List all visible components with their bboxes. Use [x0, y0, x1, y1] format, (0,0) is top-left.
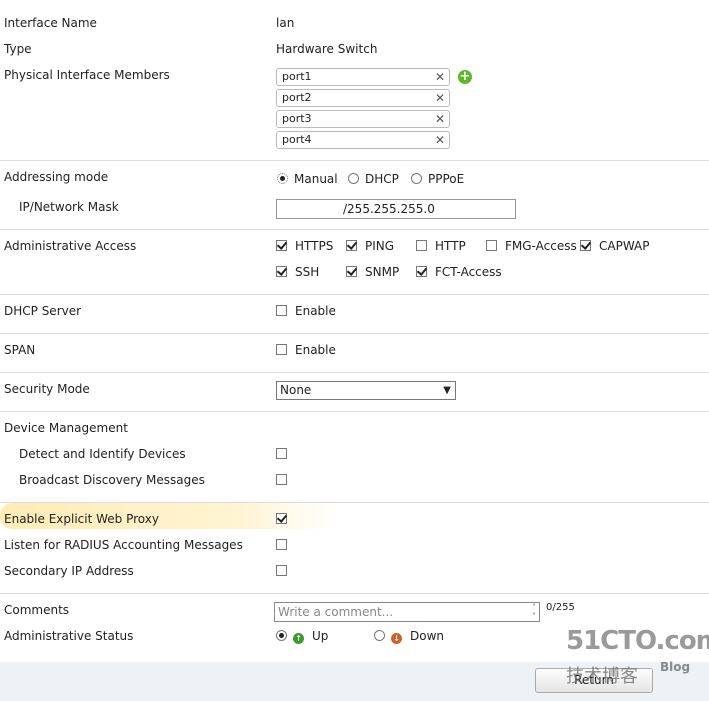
remove-icon[interactable]: ✕ — [435, 132, 445, 148]
ip-input[interactable]: /255.255.255.0 — [276, 199, 516, 219]
radius-checkbox[interactable] — [276, 538, 295, 552]
port-item: port3 ✕ — [276, 110, 450, 128]
checkbox-label: Enable — [295, 304, 336, 318]
arrow-down-icon: ↓ — [391, 633, 402, 644]
detect-devices-checkbox[interactable] — [276, 447, 295, 461]
span-label: SPAN — [4, 343, 36, 357]
add-port-icon[interactable]: + — [458, 70, 472, 84]
remove-icon[interactable]: ✕ — [435, 90, 445, 106]
checkbox-fct-access[interactable]: FCT-Access — [416, 265, 502, 279]
radio-pppoe[interactable]: PPPoE — [411, 172, 464, 186]
type-label: Type — [4, 42, 32, 56]
checkbox-label: Enable — [295, 343, 336, 357]
web-proxy-checkbox[interactable] — [276, 512, 295, 526]
radio-label: PPPoE — [428, 172, 465, 186]
checkbox-ssh[interactable]: SSH — [276, 265, 319, 279]
port-name: port3 — [282, 112, 312, 125]
type-value: Hardware Switch — [276, 42, 378, 56]
port-item: port2 ✕ — [276, 89, 450, 107]
chevron-down-icon: ▼ — [443, 385, 451, 396]
checkbox-http[interactable]: HTTP — [416, 239, 466, 253]
broadcast-checkbox[interactable] — [276, 473, 295, 487]
device-mgmt-label: Device Management — [4, 421, 128, 435]
radio-label: Up — [312, 629, 329, 643]
web-proxy-label: Enable Explicit Web Proxy — [4, 512, 159, 526]
security-mode-select[interactable]: None ▼ — [276, 381, 456, 400]
detect-devices-label: Detect and Identify Devices — [19, 447, 186, 461]
checkbox-label: FCT-Access — [435, 265, 502, 279]
port-item: port1 ✕ — [276, 68, 450, 86]
secondary-ip-checkbox[interactable] — [276, 564, 295, 578]
checkbox-label: SSH — [295, 265, 320, 279]
watermark-sub: 技术博客 — [566, 666, 638, 687]
checkbox-label: HTTP — [435, 239, 466, 253]
comments-label: Comments — [4, 603, 70, 617]
checkbox-ping[interactable]: PING — [346, 239, 394, 253]
radio-label: Down — [410, 629, 445, 643]
radio-dhcp[interactable]: DHCP — [348, 172, 399, 186]
checkbox-label: HTTPS — [295, 239, 334, 253]
remove-icon[interactable]: ✕ — [435, 69, 445, 85]
status-down-radio[interactable]: ↓ Down — [374, 629, 444, 644]
scroll-arrows-icon[interactable]: ˄ ˅ — [532, 603, 536, 621]
addressing-label: Addressing mode — [4, 170, 109, 184]
status-up-radio[interactable]: ↑ Up — [276, 629, 328, 644]
port-item: port4 ✕ — [276, 131, 450, 149]
ip-label: IP/Network Mask — [19, 200, 119, 214]
security-mode-label: Security Mode — [4, 382, 90, 396]
checkbox-https[interactable]: HTTPS — [276, 239, 333, 253]
comments-placeholder: Write a comment... — [278, 605, 394, 619]
port-name: port1 — [282, 70, 312, 83]
checkbox-label: SNMP — [365, 265, 400, 279]
select-value: None — [280, 383, 312, 397]
radio-manual[interactable]: Manual — [277, 172, 338, 186]
radio-label: DHCP — [365, 172, 399, 186]
admin-access-label: Administrative Access — [4, 239, 137, 253]
checkbox-snmp[interactable]: SNMP — [346, 265, 399, 279]
comments-input[interactable]: Write a comment... ˄ ˅ — [274, 602, 540, 622]
arrow-up-icon: ↑ — [293, 633, 304, 644]
comments-count: 0/255 — [546, 602, 575, 613]
dhcp-server-checkbox[interactable]: Enable — [276, 304, 336, 318]
secondary-ip-label: Secondary IP Address — [4, 564, 134, 578]
dhcp-server-label: DHCP Server — [4, 304, 82, 318]
interface-name-label: Interface Name — [4, 16, 97, 30]
members-label: Physical Interface Members — [4, 68, 170, 82]
port-name: port4 — [282, 133, 312, 146]
radio-label: Manual — [294, 172, 338, 186]
broadcast-label: Broadcast Discovery Messages — [19, 473, 205, 487]
span-checkbox[interactable]: Enable — [276, 343, 336, 357]
checkbox-label: CAPWAP — [599, 239, 650, 253]
interface-name-value: lan — [276, 16, 295, 30]
remove-icon[interactable]: ✕ — [435, 111, 445, 127]
checkbox-fmg-access[interactable]: FMG-Access — [486, 239, 577, 253]
radius-label: Listen for RADIUS Accounting Messages — [4, 538, 243, 552]
watermark-blog: Blog — [660, 660, 691, 674]
checkbox-label: FMG-Access — [505, 239, 577, 253]
port-name: port2 — [282, 91, 312, 104]
watermark-logo: 51CTO.com — [566, 626, 709, 656]
checkbox-capwap[interactable]: CAPWAP — [580, 239, 649, 253]
checkbox-label: PING — [365, 239, 395, 253]
admin-status-label: Administrative Status — [4, 629, 134, 643]
